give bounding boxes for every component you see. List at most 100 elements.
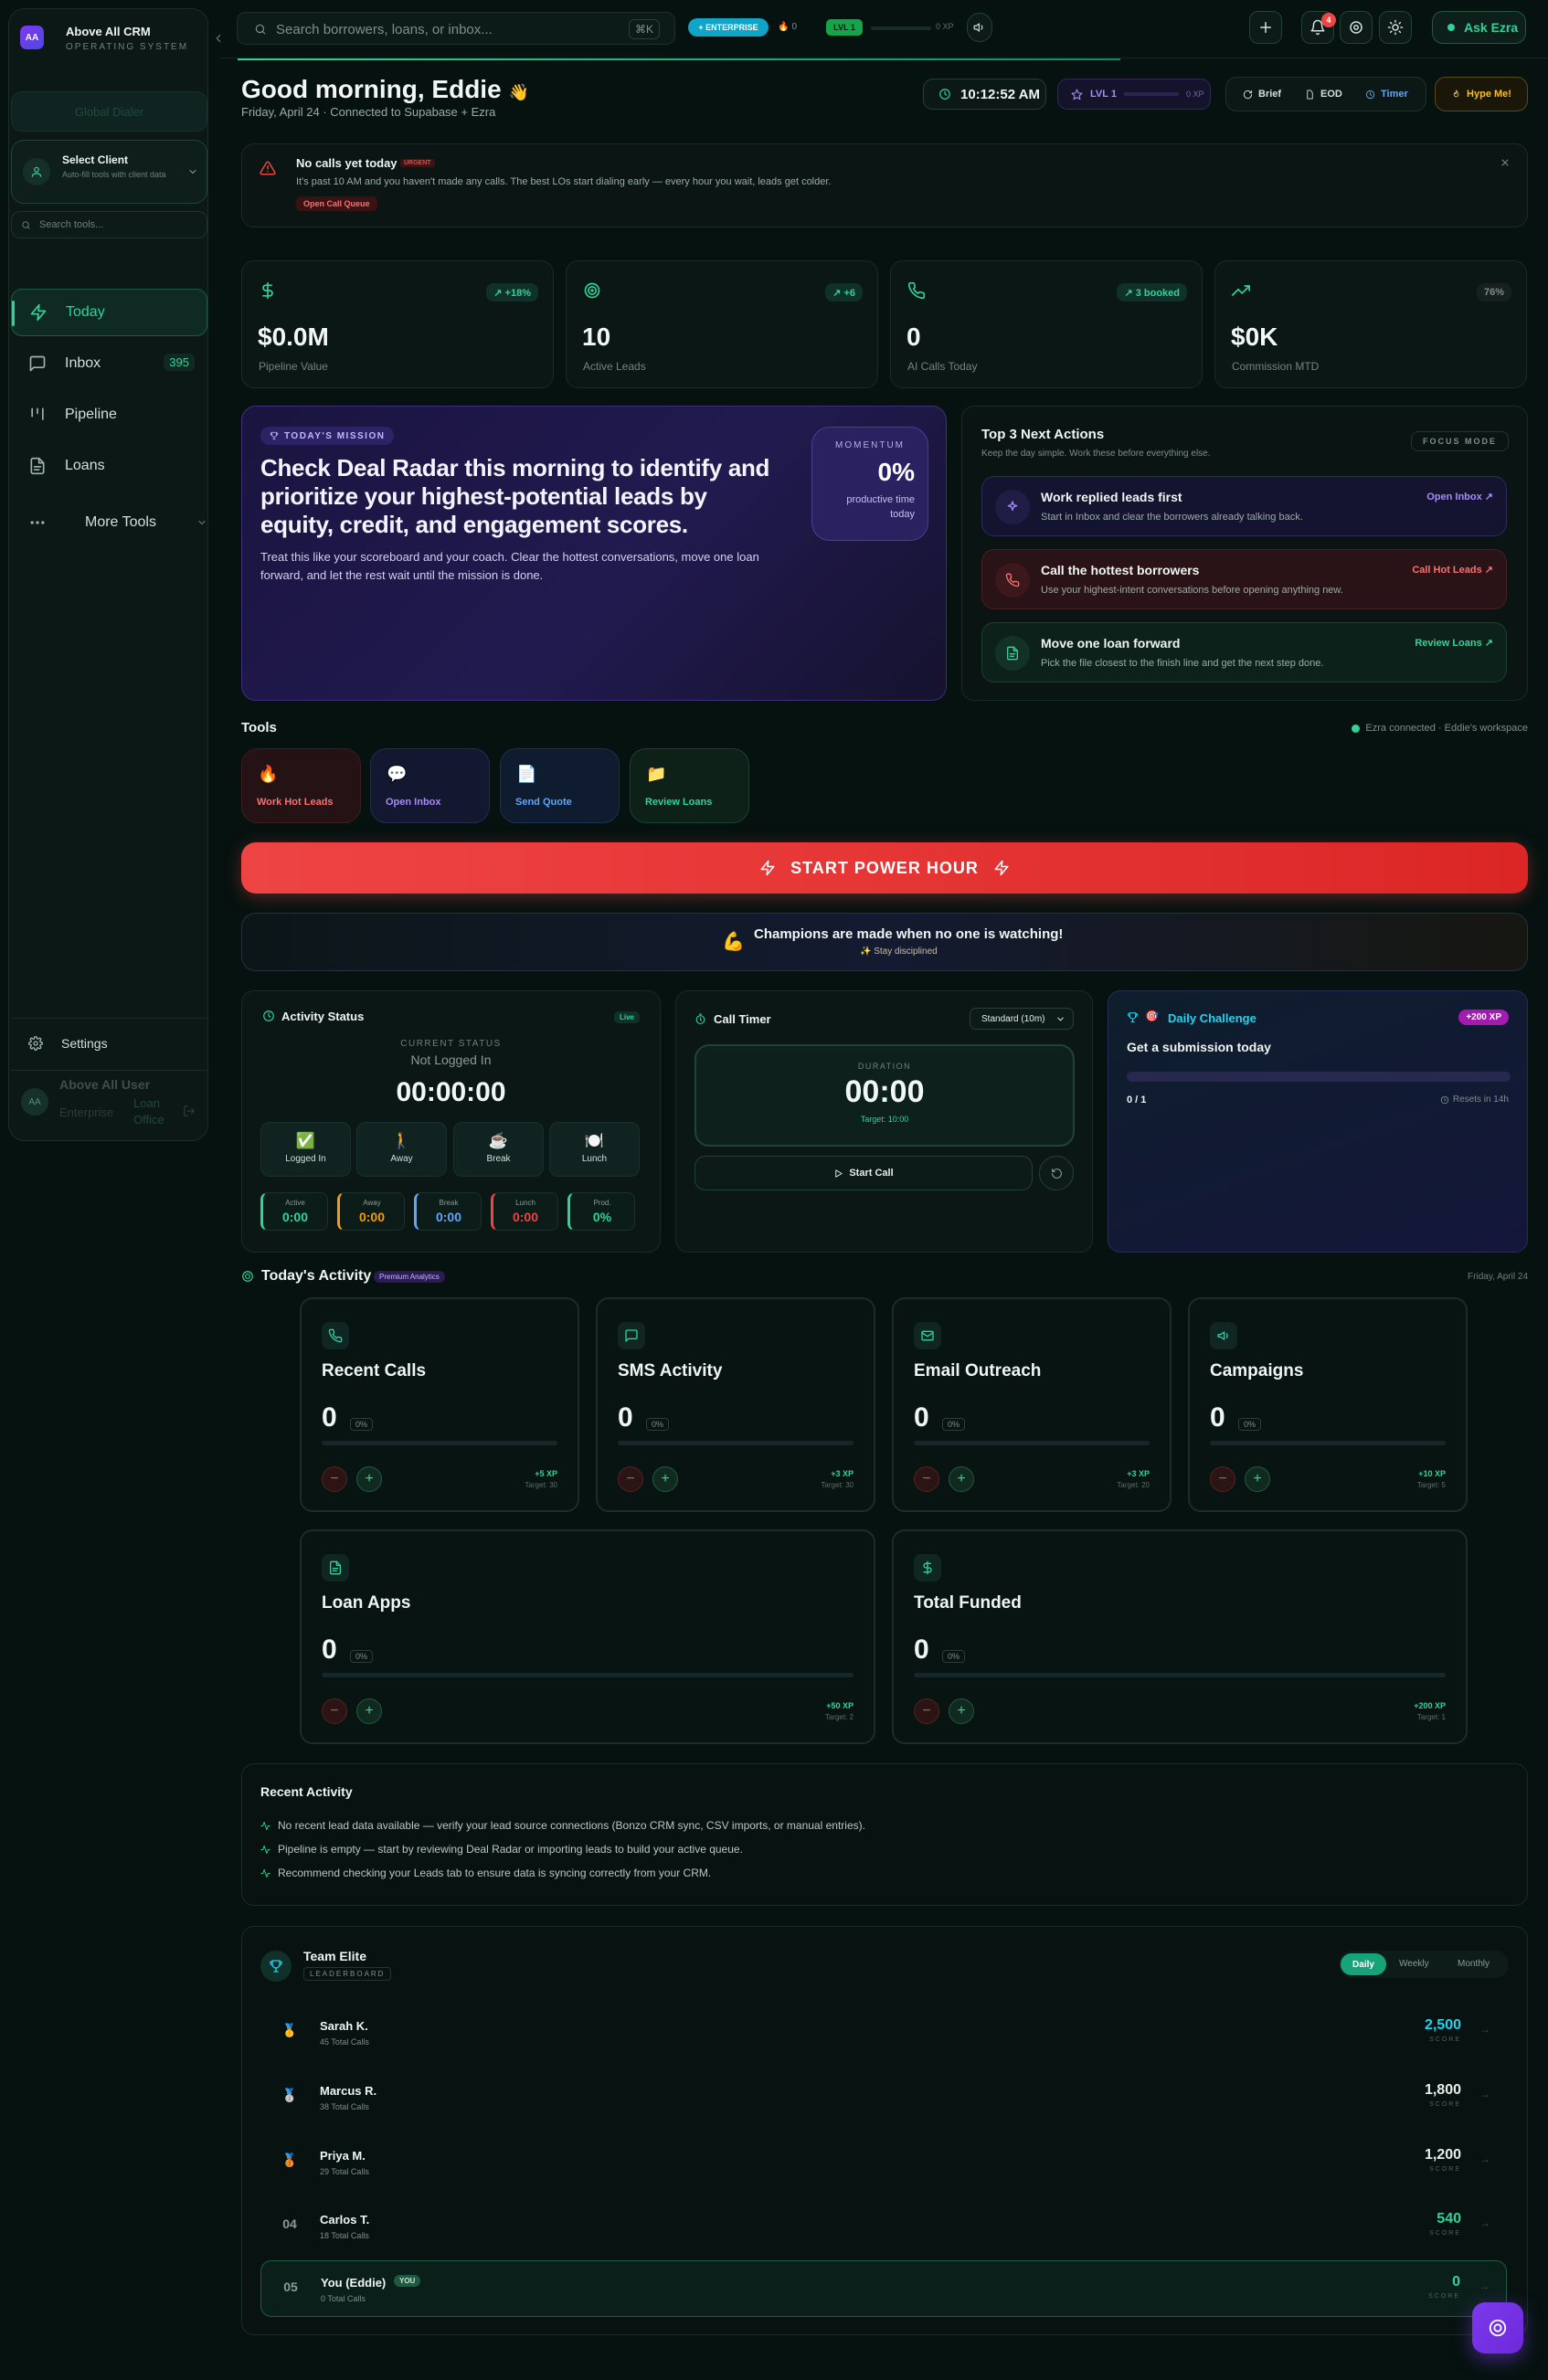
nav-pipeline[interactable]: Pipeline <box>11 391 207 439</box>
leaderboard-row[interactable]: 🥉 Priya M. 29 Total Calls 1,200 SCORE → <box>260 2134 1507 2189</box>
document-icon <box>1305 89 1315 100</box>
decrement-button[interactable]: − <box>1210 1466 1235 1492</box>
decrement-button[interactable]: − <box>914 1466 939 1492</box>
decrement-button[interactable]: − <box>914 1698 939 1724</box>
logout-icon[interactable] <box>183 1105 196 1117</box>
tool-work-hot-leads[interactable]: 🔥 Work Hot Leads <box>241 748 361 823</box>
tool-search-input[interactable]: Search tools... <box>39 219 103 230</box>
global-dialer-button[interactable]: Global Dialer <box>11 91 207 132</box>
increment-button[interactable]: + <box>1245 1466 1270 1492</box>
leaderboard-row[interactable]: 🥈 Marcus R. 38 Total Calls 1,800 SCORE → <box>260 2069 1507 2124</box>
start-call-button[interactable]: Start Call <box>694 1156 1033 1190</box>
eod-button[interactable]: EOD <box>1305 89 1342 100</box>
plan-badge: + ENTERPRISE <box>688 18 769 37</box>
avatar[interactable]: AA <box>21 1088 48 1116</box>
next-action-item[interactable]: Work replied leads first Start in Inbox … <box>981 476 1507 536</box>
tool-send-quote[interactable]: 📄 Send Quote <box>500 748 620 823</box>
bolt-icon <box>759 860 776 876</box>
leaderboard-row-you[interactable]: 05 You (Eddie) YOU 0 Total Calls 0 SCORE → <box>260 2260 1507 2317</box>
sun-icon <box>1387 19 1404 36</box>
break-button[interactable]: ☕ Break <box>453 1122 544 1177</box>
leaderboard-row[interactable]: 🥇 Sarah K. 45 Total Calls 2,500 SCORE → <box>260 2004 1507 2059</box>
bolt-icon <box>29 303 48 322</box>
header-subline: Friday, April 24 · Connected to Supabase… <box>241 105 496 119</box>
todays-activity-date: Friday, April 24 <box>1468 1272 1528 1282</box>
streak-counter: 🔥 0 <box>778 22 798 32</box>
pipeline-icon <box>28 406 47 424</box>
next-action-item[interactable]: Call the hottest borrowers Use your high… <box>981 549 1507 609</box>
reset-button[interactable] <box>1039 1156 1074 1190</box>
nav-inbox[interactable]: Inbox 395 <box>11 340 207 387</box>
activity-status-title: Activity Status <box>281 1010 365 1023</box>
leaderboard-row[interactable]: 04 Carlos T. 18 Total Calls 540 SCORE → <box>260 2198 1507 2253</box>
stat-ai-calls: ↗ 3 booked 0 AI Calls Today <box>890 260 1203 388</box>
sidebar: AA Above All CRM OPERATING SYSTEM Global… <box>8 8 221 1141</box>
next-action-item[interactable]: Move one loan forward Pick the file clos… <box>981 622 1507 682</box>
app-subtitle: OPERATING SYSTEM <box>66 42 189 52</box>
phone-icon <box>322 1322 349 1349</box>
mission-title: Check Deal Radar this morning to identif… <box>260 454 770 538</box>
open-inbox-link[interactable]: Open Inbox ↗ <box>1426 491 1493 502</box>
phone-icon <box>995 563 1030 598</box>
call-timer-card: Call Timer Standard (10m) DURATION 00:00… <box>675 990 1093 1253</box>
tab-monthly[interactable]: Monthly <box>1458 1959 1490 1969</box>
global-search-input[interactable]: Search borrowers, loans, or inbox... <box>276 22 493 37</box>
global-search[interactable]: Search borrowers, loans, or inbox... ⌘K <box>237 12 675 45</box>
stat-badge: ↗ +18% <box>486 283 538 301</box>
stopwatch-icon <box>694 1013 706 1025</box>
tab-weekly[interactable]: Weekly <box>1399 1959 1429 1969</box>
target-icon <box>1488 2318 1508 2338</box>
start-power-hour-button[interactable]: START POWER HOUR <box>241 842 1528 894</box>
tab-daily[interactable]: Daily <box>1341 1953 1386 1975</box>
document-icon <box>995 636 1030 671</box>
arrow-icon: → <box>1479 2280 1490 2292</box>
logged-in-button[interactable]: ✅ Logged In <box>260 1122 351 1177</box>
away-button[interactable]: 🚶 Away <box>356 1122 447 1177</box>
focus-mode-button[interactable]: FOCUS MODE <box>1410 431 1509 451</box>
call-hot-leads-link[interactable]: Call Hot Leads ↗ <box>1412 564 1493 576</box>
tool-open-inbox[interactable]: 💬 Open Inbox <box>370 748 490 823</box>
ask-ezra-button[interactable]: Ask Ezra <box>1432 11 1526 44</box>
champion-sub: ✨ Stay disciplined <box>860 947 938 957</box>
nav-settings[interactable]: Settings <box>11 1020 207 1067</box>
clock-icon <box>938 88 951 100</box>
timer-mode-select[interactable]: Standard (10m) <box>970 1008 1074 1030</box>
lunch-button[interactable]: 🍽️ Lunch <box>549 1122 640 1177</box>
sound-button[interactable] <box>967 13 992 42</box>
increment-button[interactable]: + <box>949 1698 974 1724</box>
nav-loans[interactable]: Loans <box>11 442 207 490</box>
increment-button[interactable]: + <box>949 1466 974 1492</box>
pulse-icon <box>260 1845 270 1855</box>
status-dot <box>1447 24 1455 31</box>
header-level: LVL 1 0 XP <box>1057 79 1211 110</box>
increment-button[interactable]: + <box>356 1466 382 1492</box>
search-icon <box>21 220 31 230</box>
add-button[interactable] <box>1249 11 1282 44</box>
timer-button[interactable]: Timer <box>1365 89 1408 100</box>
review-loans-link[interactable]: Review Loans ↗ <box>1415 637 1493 649</box>
ezra-assistant-button[interactable] <box>1472 2302 1523 2354</box>
current-status-label: CURRENT STATUS <box>400 1039 502 1049</box>
search-icon <box>254 23 267 36</box>
mail-icon <box>914 1322 941 1349</box>
nav-more-tools-label: More Tools <box>85 514 156 530</box>
hype-me-button[interactable]: Hype Me! <box>1435 77 1528 111</box>
tool-review-loans[interactable]: 📁 Review Loans <box>630 748 749 823</box>
open-call-queue-button[interactable]: Open Call Queue <box>296 196 377 211</box>
leaderboard-subtitle: LEADERBOARD <box>303 1967 392 1981</box>
decrement-button[interactable]: − <box>322 1698 347 1724</box>
increment-button[interactable]: + <box>652 1466 678 1492</box>
decrement-button[interactable]: − <box>322 1466 347 1492</box>
nav-more-tools[interactable]: More Tools <box>11 499 207 546</box>
brief-button[interactable]: Brief <box>1243 89 1281 100</box>
medal-icon: 🥉 <box>281 2153 298 2167</box>
increment-button[interactable]: + <box>356 1698 382 1724</box>
nav-today[interactable]: Today <box>11 289 207 336</box>
settings-button[interactable] <box>1340 11 1373 44</box>
notification-count: 4 <box>1321 13 1336 27</box>
close-icon[interactable] <box>1500 157 1511 168</box>
theme-toggle[interactable] <box>1379 11 1412 44</box>
tool-search[interactable]: Search tools... <box>11 211 207 238</box>
decrement-button[interactable]: − <box>618 1466 643 1492</box>
select-client-card[interactable]: Select Client Auto-fill tools with clien… <box>11 140 207 204</box>
